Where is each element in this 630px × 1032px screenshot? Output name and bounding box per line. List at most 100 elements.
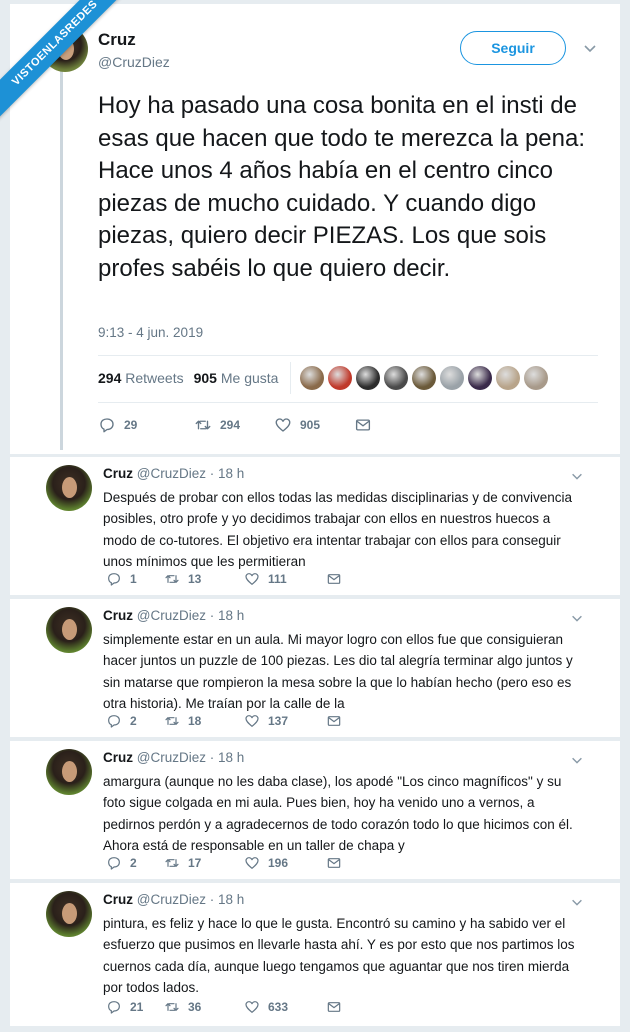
reply-time[interactable]: 18 h bbox=[218, 608, 244, 623]
author-handle[interactable]: @CruzDiez bbox=[137, 608, 206, 623]
divider bbox=[98, 402, 598, 403]
liker-avatar[interactable] bbox=[468, 366, 492, 390]
liker-avatar[interactable] bbox=[328, 366, 352, 390]
avatar[interactable] bbox=[46, 749, 92, 795]
retweet-icon bbox=[195, 420, 211, 430]
reply-icon bbox=[108, 715, 120, 728]
heart-icon bbox=[245, 715, 259, 727]
tweet-actions: 29 294 905 bbox=[98, 416, 372, 434]
author-name[interactable]: Cruz bbox=[103, 892, 133, 907]
author-name[interactable]: Cruz bbox=[103, 466, 133, 481]
like-action[interactable]: 633 bbox=[244, 999, 326, 1015]
tweet-actions: 21 36 633 bbox=[106, 999, 342, 1015]
reply-text: Después de probar con ellos todas las me… bbox=[103, 490, 573, 570]
dot-separator: · bbox=[209, 750, 215, 765]
direct-message-action[interactable] bbox=[326, 999, 342, 1015]
heart-icon bbox=[245, 573, 259, 585]
reply-header: Cruz @CruzDiez · 18 h bbox=[103, 608, 244, 623]
retweet-count: 294 bbox=[220, 418, 241, 432]
chevron-down-icon[interactable] bbox=[570, 895, 584, 909]
reply-time[interactable]: 18 h bbox=[218, 750, 244, 765]
like-action[interactable]: 196 bbox=[244, 855, 326, 871]
reply-tweet[interactable]: Cruz @CruzDiez · 18 h simplemente estar … bbox=[10, 599, 620, 737]
likes-count: 905 bbox=[193, 370, 217, 386]
liker-avatar[interactable] bbox=[300, 366, 324, 390]
author-handle[interactable]: @CruzDiez bbox=[137, 750, 206, 765]
retweet-icon bbox=[165, 575, 179, 583]
retweets-stat[interactable]: 294 Retweets bbox=[98, 370, 184, 386]
like-action[interactable]: 111 bbox=[244, 571, 326, 587]
avatar[interactable] bbox=[46, 891, 92, 937]
reply-action[interactable]: 21 bbox=[106, 999, 164, 1015]
reply-tweet[interactable]: Cruz @CruzDiez · 18 h pintura, es feliz … bbox=[10, 883, 620, 1026]
like-count: 633 bbox=[268, 1000, 289, 1014]
chevron-down-icon[interactable] bbox=[582, 40, 598, 56]
author-name[interactable]: Cruz bbox=[98, 30, 136, 50]
direct-message-action[interactable] bbox=[326, 571, 342, 587]
like-count: 905 bbox=[300, 418, 321, 432]
avatar[interactable] bbox=[46, 465, 92, 511]
author-name[interactable]: Cruz bbox=[103, 608, 133, 623]
reply-time[interactable]: 18 h bbox=[218, 466, 244, 481]
envelope-icon bbox=[355, 419, 371, 431]
heart-icon bbox=[245, 1001, 259, 1013]
follow-button[interactable]: Seguir bbox=[460, 31, 566, 65]
reply-count: 2 bbox=[130, 856, 137, 870]
retweet-action[interactable]: 18 bbox=[164, 713, 244, 729]
direct-message-action[interactable] bbox=[354, 416, 372, 434]
reply-action[interactable]: 29 bbox=[98, 416, 194, 434]
thread-connector-line bbox=[60, 70, 63, 450]
author-name[interactable]: Cruz bbox=[103, 750, 133, 765]
reply-text: amargura (aunque no les daba clase), los… bbox=[103, 774, 573, 854]
reply-header: Cruz @CruzDiez · 18 h bbox=[103, 750, 244, 765]
heart-icon bbox=[275, 418, 291, 432]
liker-avatars bbox=[300, 366, 548, 390]
direct-message-action[interactable] bbox=[326, 713, 342, 729]
reply-text: pintura, es feliz y hace lo que le gusta… bbox=[103, 916, 575, 996]
direct-message-action[interactable] bbox=[326, 855, 342, 871]
author-handle[interactable]: @CruzDiez bbox=[98, 54, 170, 70]
reply-tweet[interactable]: Cruz @CruzDiez · 18 h amargura (aunque n… bbox=[10, 741, 620, 879]
like-count: 137 bbox=[268, 714, 289, 728]
liker-avatar[interactable] bbox=[412, 366, 436, 390]
liker-avatar[interactable] bbox=[356, 366, 380, 390]
like-action[interactable]: 137 bbox=[244, 713, 326, 729]
envelope-icon bbox=[327, 574, 341, 584]
retweet-action[interactable]: 36 bbox=[164, 999, 244, 1015]
like-action[interactable]: 905 bbox=[274, 416, 354, 434]
liker-avatar[interactable] bbox=[384, 366, 408, 390]
reply-tweet[interactable]: Cruz @CruzDiez · 18 h Después de probar … bbox=[10, 457, 620, 595]
retweet-action[interactable]: 17 bbox=[164, 855, 244, 871]
liker-avatar[interactable] bbox=[524, 366, 548, 390]
reply-icon bbox=[108, 1001, 120, 1014]
likes-stat[interactable]: 905 Me gusta bbox=[194, 370, 279, 386]
engagement-stats: 294 Retweets 905 Me gusta bbox=[98, 370, 278, 386]
avatar[interactable] bbox=[46, 607, 92, 653]
reply-action[interactable]: 1 bbox=[106, 571, 164, 587]
retweet-count: 13 bbox=[188, 572, 202, 586]
like-count: 111 bbox=[268, 572, 287, 586]
author-handle[interactable]: @CruzDiez bbox=[137, 892, 206, 907]
liker-avatar[interactable] bbox=[440, 366, 464, 390]
reply-action[interactable]: 2 bbox=[106, 713, 164, 729]
tweet-actions: 2 18 137 bbox=[106, 713, 342, 729]
retweet-icon bbox=[165, 1003, 179, 1011]
tweet-actions: 1 13 111 bbox=[106, 571, 342, 587]
envelope-icon bbox=[327, 858, 341, 868]
author-handle[interactable]: @CruzDiez bbox=[137, 466, 206, 481]
reply-time[interactable]: 18 h bbox=[218, 892, 244, 907]
liker-avatar[interactable] bbox=[496, 366, 520, 390]
chevron-down-icon[interactable] bbox=[570, 611, 584, 625]
tweet-actions: 2 17 196 bbox=[106, 855, 342, 871]
retweet-action[interactable]: 13 bbox=[164, 571, 244, 587]
reply-action[interactable]: 2 bbox=[106, 855, 164, 871]
reply-count: 29 bbox=[124, 418, 138, 432]
reply-text: simplemente estar en un aula. Mi mayor l… bbox=[103, 632, 573, 712]
retweet-action[interactable]: 294 bbox=[194, 416, 274, 434]
reply-header: Cruz @CruzDiez · 18 h bbox=[103, 892, 244, 907]
dot-separator: · bbox=[209, 608, 215, 623]
tweet-timestamp[interactable]: 9:13 - 4 jun. 2019 bbox=[98, 325, 203, 340]
dot-separator: · bbox=[209, 892, 215, 907]
chevron-down-icon[interactable] bbox=[570, 469, 584, 483]
chevron-down-icon[interactable] bbox=[570, 753, 584, 767]
